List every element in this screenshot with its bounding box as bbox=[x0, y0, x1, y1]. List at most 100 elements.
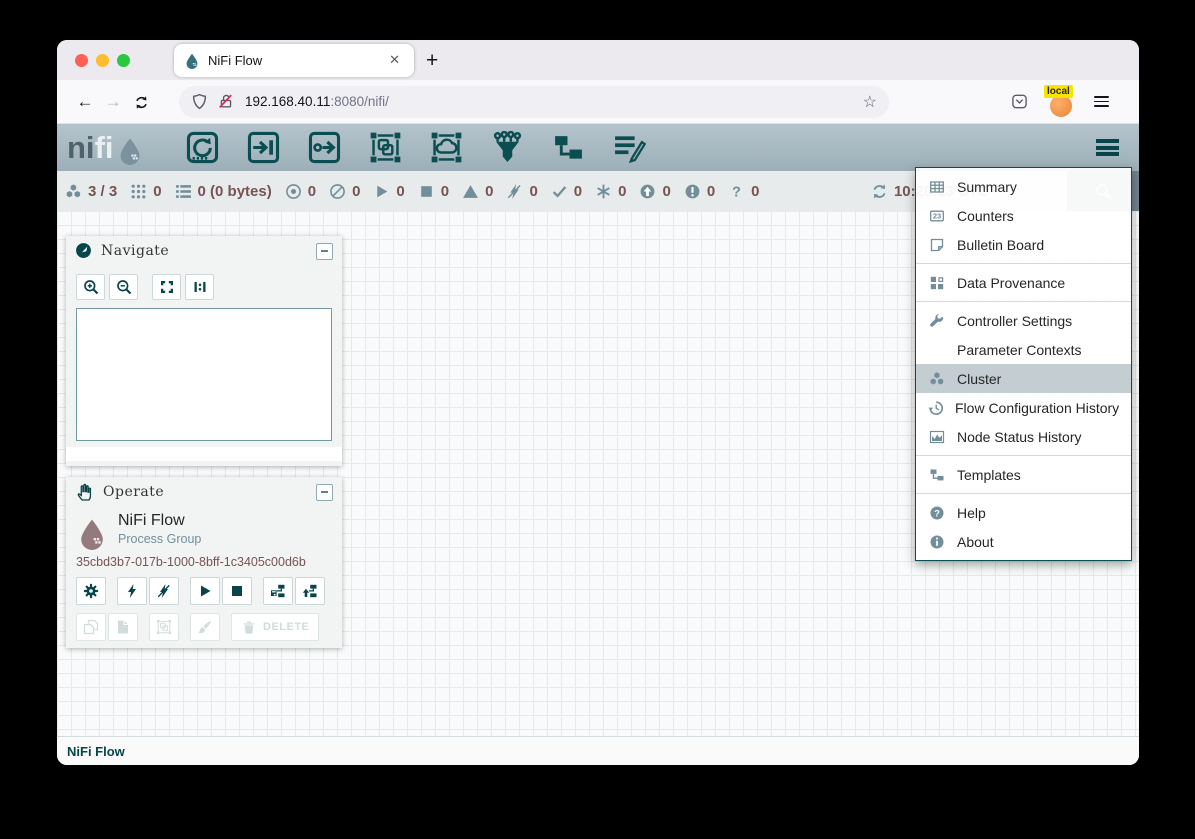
menu-item-flow-configuration-history[interactable]: Flow Configuration History bbox=[916, 393, 1131, 422]
running-icon bbox=[373, 183, 390, 200]
menu-item-parameter-contexts[interactable]: Parameter Contexts bbox=[916, 335, 1131, 364]
menu-item-controller-settings[interactable]: Controller Settings bbox=[916, 306, 1131, 335]
insecure-lock-icon bbox=[218, 93, 235, 110]
zoom-actual-button[interactable] bbox=[185, 274, 214, 300]
zoom-in-button[interactable] bbox=[76, 274, 105, 300]
global-menu-button[interactable] bbox=[1096, 139, 1119, 156]
back-button[interactable]: ← bbox=[71, 92, 99, 112]
bookmark-star-icon[interactable]: ☆ bbox=[863, 92, 877, 112]
operate-button-group bbox=[263, 577, 325, 605]
url-text: 192.168.40.11:8080/nifi/ bbox=[245, 94, 863, 109]
minimize-window-button[interactable] bbox=[96, 54, 109, 67]
status-up-to-date: 0 bbox=[551, 183, 582, 200]
output-port-icon bbox=[308, 131, 341, 164]
status-cluster: 3 / 3 bbox=[65, 183, 117, 200]
forward-button: → bbox=[99, 92, 127, 112]
upload-template-button[interactable] bbox=[295, 577, 325, 605]
save-template-button[interactable] bbox=[263, 577, 293, 605]
locally-modified-stale-icon bbox=[684, 183, 701, 200]
collapse-navigate-button[interactable] bbox=[316, 243, 333, 260]
delete-button: DELETE bbox=[231, 613, 319, 641]
zoom-out-button[interactable] bbox=[109, 274, 138, 300]
pocket-icon[interactable] bbox=[1011, 93, 1028, 111]
component-processor[interactable] bbox=[186, 131, 219, 164]
status-running: 0 bbox=[373, 183, 404, 200]
svg-text:?: ? bbox=[934, 508, 940, 519]
zoom-fit-icon bbox=[159, 279, 175, 295]
lightning-slash-button[interactable] bbox=[149, 577, 179, 605]
close-tab-icon[interactable]: ✕ bbox=[385, 50, 404, 70]
gear-button[interactable] bbox=[76, 577, 106, 605]
menu-item-counters[interactable]: 23Counters bbox=[916, 201, 1131, 230]
stop-button[interactable] bbox=[222, 577, 252, 605]
lightning-button[interactable] bbox=[117, 577, 147, 605]
component-label[interactable] bbox=[613, 131, 646, 164]
status-value: 0 bbox=[396, 183, 404, 200]
browser-window: NiFi Flow ✕ + ← → 192.168.40.11:8080/nif… bbox=[57, 40, 1139, 765]
close-window-button[interactable] bbox=[75, 54, 88, 67]
status-value: 0 bbox=[352, 183, 360, 200]
maximize-window-button[interactable] bbox=[117, 54, 130, 67]
node-status-icon bbox=[929, 429, 945, 445]
browser-tab[interactable]: NiFi Flow ✕ bbox=[174, 44, 414, 77]
operate-title: Operate bbox=[103, 484, 164, 500]
component-funnel[interactable] bbox=[491, 131, 524, 164]
brush-icon bbox=[197, 619, 213, 635]
menu-item-cluster[interactable]: Cluster bbox=[916, 364, 1131, 393]
status-transmitting: 0 bbox=[285, 183, 316, 200]
operate-hand-icon bbox=[75, 483, 94, 502]
status-value: 0 bbox=[662, 183, 670, 200]
label-icon bbox=[613, 131, 646, 164]
menu-item-node-status-history[interactable]: Node Status History bbox=[916, 422, 1131, 451]
menu-item-label: Cluster bbox=[957, 371, 1001, 387]
shield-icon[interactable] bbox=[191, 93, 208, 111]
status-locally-modified: 0 bbox=[595, 183, 626, 200]
status-stopped: 0 bbox=[418, 183, 449, 200]
menu-item-summary[interactable]: Summary bbox=[916, 172, 1131, 201]
menu-item-label: Summary bbox=[957, 179, 1017, 195]
processor-icon bbox=[186, 131, 219, 164]
component-input-port[interactable] bbox=[247, 131, 280, 164]
nifi-logo: nifi bbox=[67, 132, 144, 163]
nifi-drop-icon bbox=[116, 135, 144, 163]
menu-item-templates[interactable]: Templates bbox=[916, 460, 1131, 489]
component-process-group[interactable] bbox=[369, 131, 402, 164]
operate-panel: Operate NiFi Flow Process Group 35cbd3b7… bbox=[66, 477, 342, 648]
breadcrumb-bar: NiFi Flow bbox=[57, 736, 1139, 765]
url-bar[interactable]: 192.168.40.11:8080/nifi/ ☆ bbox=[179, 86, 889, 118]
process-group-drop-icon bbox=[76, 513, 108, 545]
menu-item-bulletin-board[interactable]: Bulletin Board bbox=[916, 230, 1131, 259]
collapse-operate-button[interactable] bbox=[316, 484, 333, 501]
status-value: 0 bbox=[308, 183, 316, 200]
play-button[interactable] bbox=[190, 577, 220, 605]
component-output-port[interactable] bbox=[308, 131, 341, 164]
refresh-icon bbox=[871, 183, 888, 200]
status-stale: 0 bbox=[639, 183, 670, 200]
insecure-lock-icon[interactable] bbox=[218, 93, 235, 111]
template-icon bbox=[929, 467, 945, 483]
input-port-icon bbox=[247, 131, 280, 164]
menu-item-label: Flow Configuration History bbox=[955, 400, 1119, 416]
zoom-fit-button[interactable] bbox=[152, 274, 181, 300]
status-value: 0 bbox=[707, 183, 715, 200]
browser-menu-button[interactable] bbox=[1094, 96, 1109, 107]
drop-icon bbox=[76, 518, 108, 550]
profile-avatar[interactable]: local bbox=[1048, 87, 1074, 117]
new-tab-button[interactable]: + bbox=[426, 50, 438, 71]
breadcrumb[interactable]: NiFi Flow bbox=[67, 744, 125, 759]
component-remote-process-group[interactable] bbox=[430, 131, 463, 164]
lightning-icon bbox=[124, 583, 140, 599]
reload-button[interactable] bbox=[127, 92, 155, 112]
about-icon bbox=[929, 534, 945, 550]
birdseye-view[interactable] bbox=[76, 308, 332, 441]
menu-item-help[interactable]: ?Help bbox=[916, 498, 1131, 527]
stopped-icon bbox=[418, 183, 435, 200]
menu-item-data-provenance[interactable]: Data Provenance bbox=[916, 268, 1131, 297]
tab-title: NiFi Flow bbox=[208, 53, 385, 68]
menu-item-label: Counters bbox=[957, 208, 1014, 224]
component-template[interactable] bbox=[552, 131, 585, 164]
status-value: 0 bbox=[529, 183, 537, 200]
menu-item-label: About bbox=[957, 534, 994, 550]
paste-icon bbox=[115, 619, 131, 635]
menu-item-about[interactable]: About bbox=[916, 527, 1131, 556]
